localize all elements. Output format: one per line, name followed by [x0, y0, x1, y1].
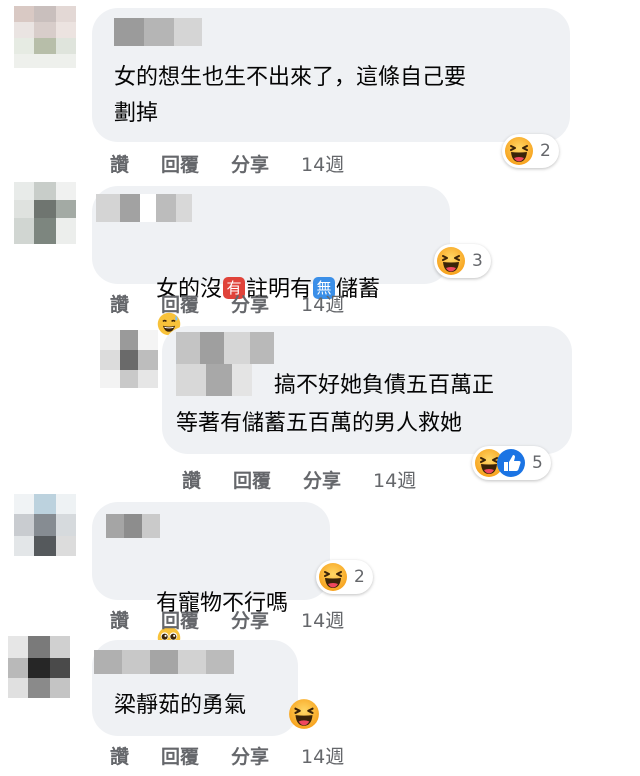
comment-actions: 讚 回覆 分享 14週: [110, 150, 344, 177]
avatar[interactable]: [14, 6, 76, 68]
timestamp[interactable]: 14週: [373, 466, 416, 493]
reply-button[interactable]: 回覆: [161, 150, 199, 177]
comment-actions: 讚 回覆 分享 14週: [182, 466, 416, 493]
like-button[interactable]: 讚: [110, 290, 129, 317]
haha-emoji-icon: [504, 136, 534, 166]
like-button[interactable]: 讚: [110, 742, 129, 769]
reaction-summary[interactable]: 2: [316, 560, 373, 594]
reaction-count: 3: [472, 251, 483, 271]
reaction-summary[interactable]: 2: [502, 134, 559, 168]
reply-button[interactable]: 回覆: [161, 606, 199, 633]
reply-button[interactable]: 回覆: [161, 742, 199, 769]
share-button[interactable]: 分享: [231, 290, 269, 317]
avatar[interactable]: [14, 182, 76, 244]
comment-actions: 讚 回覆 分享 14週: [110, 742, 344, 769]
timestamp[interactable]: 14週: [301, 290, 344, 317]
comment-bubble: 女的沒有註明有無儲蓄: [92, 186, 450, 284]
reaction-summary[interactable]: 5: [472, 446, 551, 480]
author-name[interactable]: [114, 18, 202, 46]
comment-text: 等著有儲蓄五百萬的男人救她: [176, 411, 463, 436]
reaction-count: 2: [354, 567, 365, 587]
avatar[interactable]: [100, 330, 158, 388]
comment-bubble: 搞不好她負債五百萬正 等著有儲蓄五百萬的男人救她: [162, 326, 572, 454]
like-button[interactable]: 讚: [110, 606, 129, 633]
reaction-count: 2: [540, 141, 551, 161]
share-button[interactable]: 分享: [231, 606, 269, 633]
timestamp[interactable]: 14週: [301, 606, 344, 633]
timestamp[interactable]: 14週: [301, 150, 344, 177]
comment-text: 劃掉: [114, 101, 159, 126]
haha-emoji-icon: [318, 562, 348, 592]
reply-button[interactable]: 回覆: [233, 466, 271, 493]
comment-text: 女的想生也生不出來了，這條自己要: [114, 65, 467, 90]
author-name[interactable]: [96, 194, 192, 222]
haha-emoji-icon: [436, 246, 466, 276]
reaction-count: 5: [532, 453, 543, 473]
author-name[interactable]: [176, 332, 274, 396]
avatar[interactable]: [8, 636, 70, 698]
timestamp[interactable]: 14週: [301, 742, 344, 769]
author-name[interactable]: [106, 514, 160, 538]
reply-button[interactable]: 回覆: [161, 290, 199, 317]
like-button[interactable]: 讚: [182, 466, 201, 493]
share-button[interactable]: 分享: [303, 466, 341, 493]
avatar[interactable]: [14, 494, 76, 556]
author-name[interactable]: [94, 650, 234, 674]
comment-actions: 讚 回覆 分享 14週: [110, 290, 344, 317]
comment-bubble: 梁靜茹的勇氣: [92, 640, 298, 736]
share-button[interactable]: 分享: [231, 742, 269, 769]
share-button[interactable]: 分享: [231, 150, 269, 177]
comment-text: 梁靜茹的勇氣: [114, 693, 247, 718]
comment-actions: 讚 回覆 分享 14週: [110, 606, 344, 633]
like-icon: [496, 448, 526, 478]
comment-bubble: 有寵物不行嗎: [92, 502, 330, 600]
reaction-summary[interactable]: 3: [434, 244, 491, 278]
haha-emoji-icon[interactable]: [288, 698, 320, 730]
comment-text: 搞不好她負債五百萬正: [274, 373, 495, 398]
like-button[interactable]: 讚: [110, 150, 129, 177]
comment-bubble: 女的想生也生不出來了，這條自己要 劃掉: [92, 8, 570, 142]
